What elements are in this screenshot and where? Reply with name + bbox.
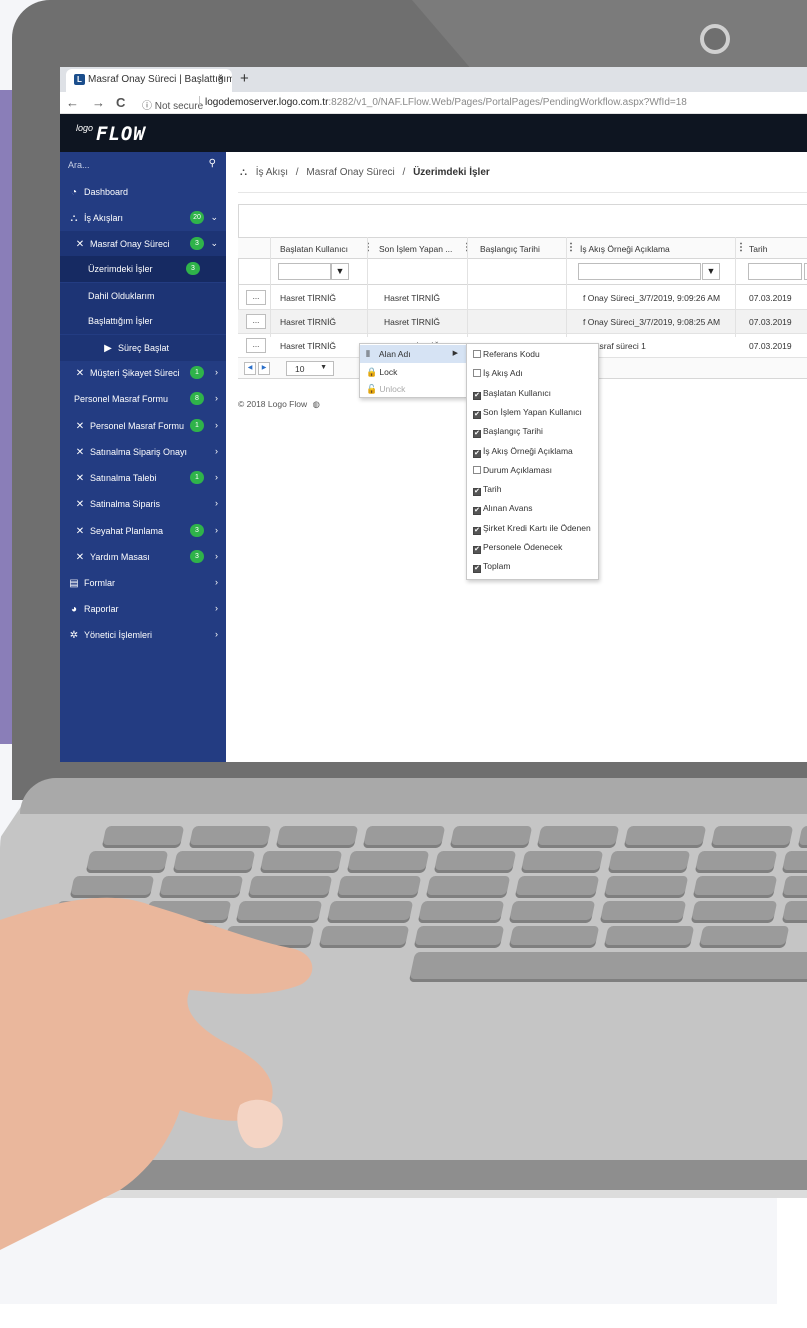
hand-shape	[0, 897, 313, 1250]
thumbnail-shape	[237, 1099, 283, 1149]
hand-illustration	[0, 897, 313, 1250]
illustration: L Masraf Onay Süreci | Başlattığım × + ←…	[0, 0, 807, 1328]
